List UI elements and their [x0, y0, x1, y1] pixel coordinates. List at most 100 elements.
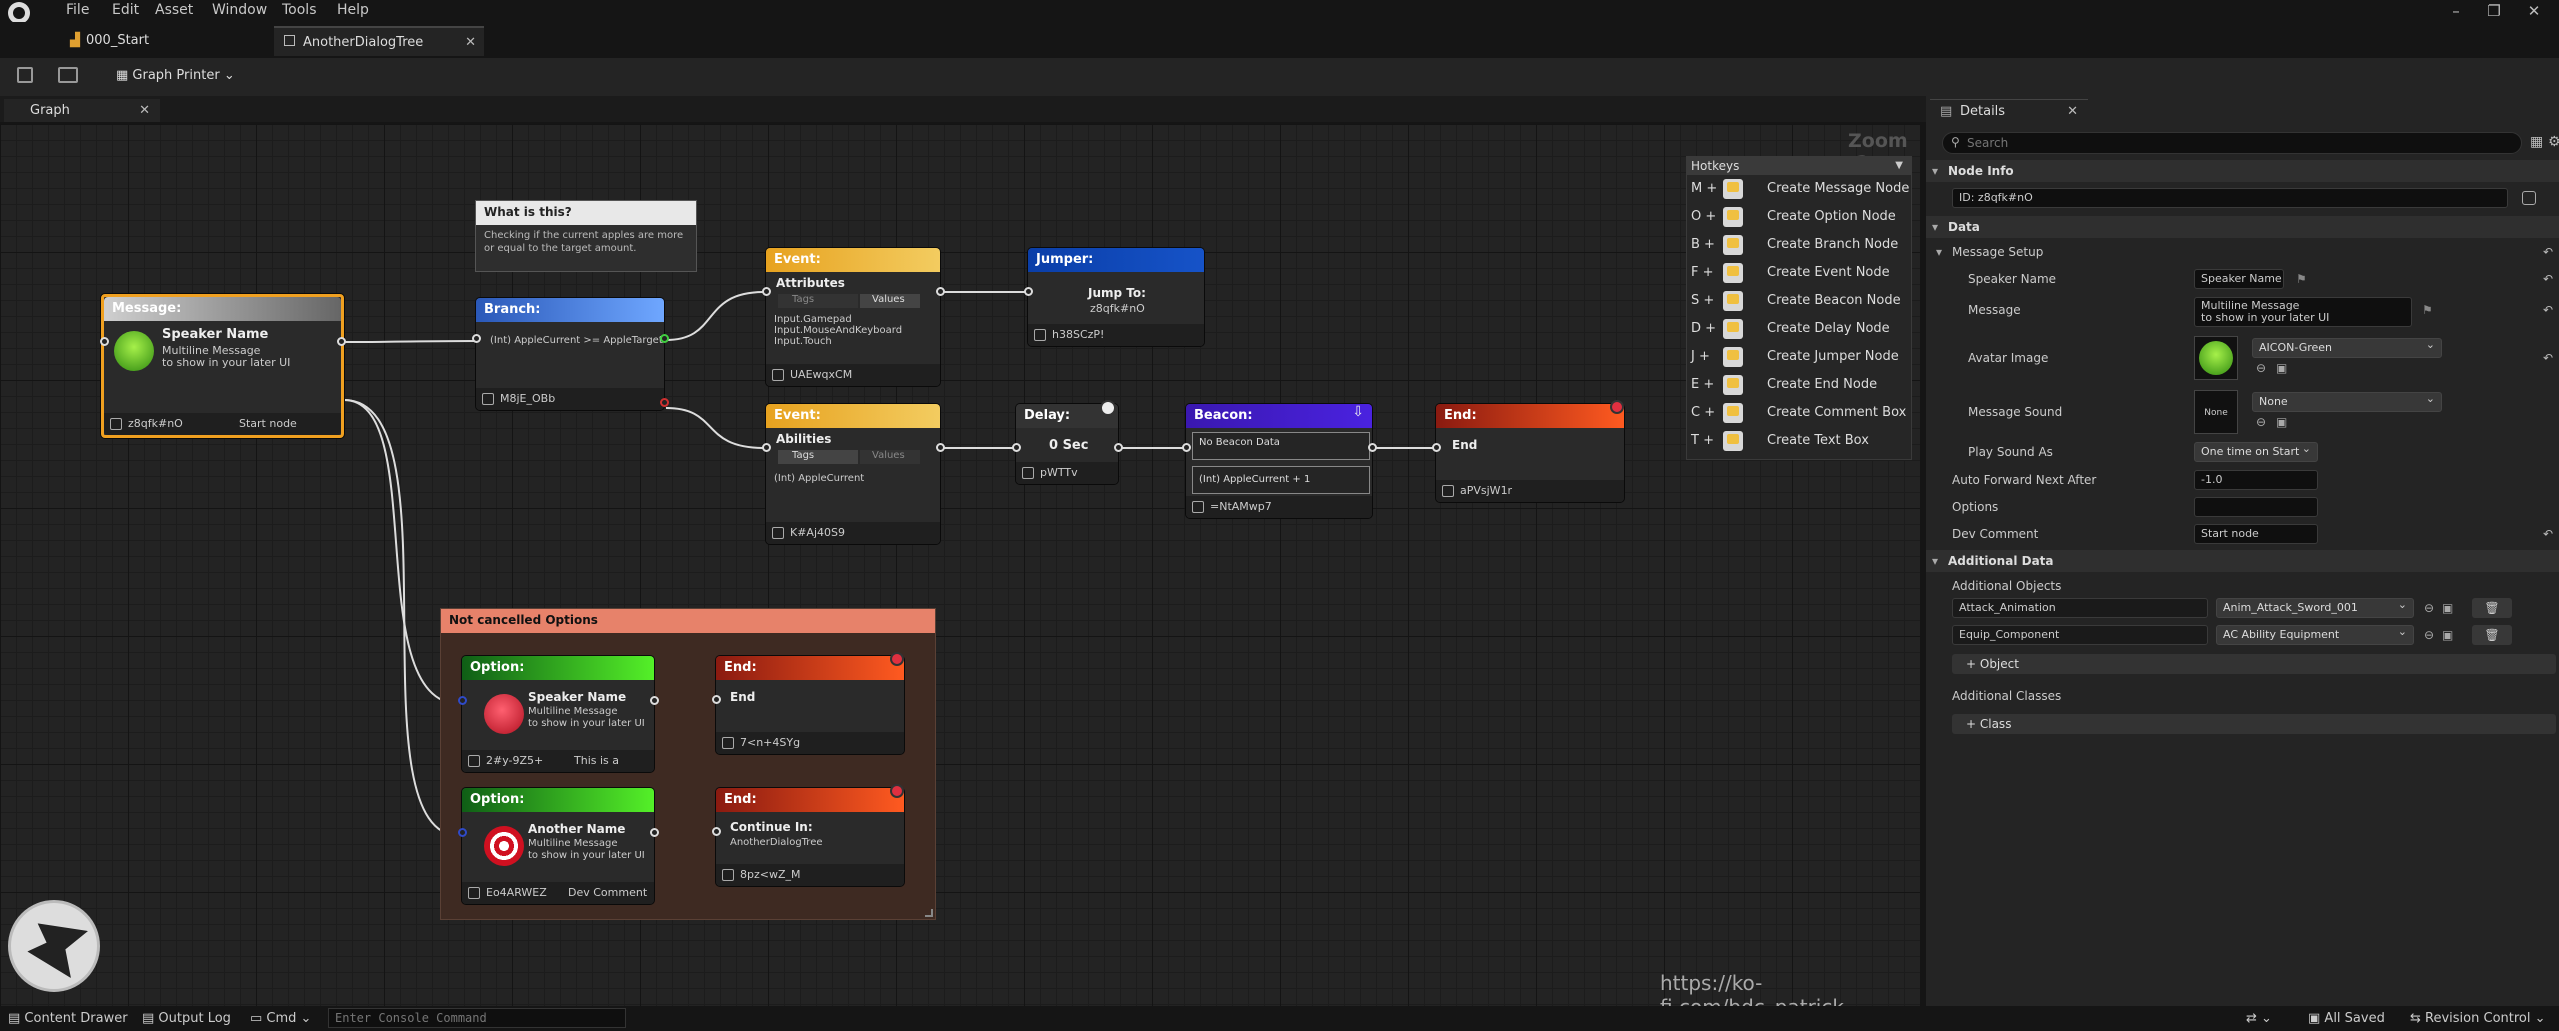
event-abilities-node[interactable]: Event: Abilities Tags Values (Int) Apple…	[762, 404, 945, 544]
flag-icon[interactable]: ⚑	[2422, 298, 2433, 322]
close-details-icon[interactable]: ✕	[2067, 100, 2078, 123]
collapse-icon[interactable]: ▼	[1895, 157, 1903, 175]
output-pin[interactable]	[337, 337, 346, 346]
flag-icon[interactable]: ⚑	[2296, 267, 2307, 291]
option-node[interactable]: Option: Speaker Name Multiline Message t…	[458, 656, 659, 772]
browse-icon[interactable]	[58, 67, 78, 83]
menu-help[interactable]: Help	[337, 0, 369, 20]
restore-icon[interactable]: ❐	[2474, 0, 2514, 22]
expand-icon[interactable]: ▾	[1936, 240, 1942, 264]
details-tab[interactable]: ▤ Details ✕	[1930, 99, 2088, 122]
options-field[interactable]	[2194, 497, 2318, 517]
all-saved-indicator[interactable]: ▣ All Saved	[2308, 1006, 2385, 1031]
reset-arrow-icon[interactable]: ↶	[2543, 240, 2553, 264]
output-log-button[interactable]: ▤ Output Log	[142, 1006, 231, 1031]
copy-icon[interactable]	[2522, 191, 2536, 205]
content-drawer-button[interactable]: ▤ Content Drawer	[8, 1006, 128, 1031]
object-name-field[interactable]: Attack_Animation	[1952, 598, 2208, 618]
object-class-dropdown[interactable]: AC Ability Equipment	[2216, 623, 2414, 645]
settings-gear-icon[interactable]: ⚙	[2548, 134, 2559, 150]
hotkeys-header[interactable]: Hotkeys ▼	[1687, 157, 1911, 175]
resize-handle-icon[interactable]	[925, 909, 933, 917]
branch-node[interactable]: Branch: (Int) AppleCurrent >= AppleTarge…	[472, 298, 669, 410]
true-pin[interactable]	[660, 334, 669, 343]
graph-printer-button[interactable]: ▦ Graph Printer ⌄	[116, 66, 235, 86]
play-sound-as-dropdown[interactable]: One time on Start	[2194, 440, 2318, 462]
input-pin[interactable]	[1182, 443, 1191, 452]
speaker-name-field[interactable]: Speaker Name	[2194, 269, 2284, 289]
message-setup-row[interactable]: ▾ Message Setup ↶	[1926, 240, 2559, 264]
browse-asset-icon[interactable]: ▣	[2276, 356, 2287, 380]
save-icon[interactable]	[17, 67, 33, 83]
source-control-icon[interactable]: ⇄ ⌄	[2246, 1006, 2272, 1031]
revision-control-button[interactable]: ⇆ Revision Control ⌄	[2410, 1006, 2546, 1031]
use-selected-icon[interactable]: ⊖	[2424, 596, 2434, 620]
reset-arrow-icon[interactable]: ↶	[2543, 298, 2553, 322]
delay-node[interactable]: Delay: 0 Sec pWTTv	[1012, 400, 1123, 484]
browse-asset-icon[interactable]: ▣	[2442, 596, 2453, 620]
input-pin[interactable]	[1432, 443, 1441, 452]
input-pin[interactable]	[712, 695, 721, 704]
reset-arrow-icon[interactable]: ↶	[2543, 267, 2553, 291]
tab-anotherdialogtree[interactable]: AnotherDialogTree ✕	[274, 26, 484, 56]
menu-tools[interactable]: Tools	[282, 0, 317, 20]
add-object-button[interactable]: + Object	[1952, 654, 2556, 674]
dev-comment-field[interactable]: Start node	[2194, 524, 2318, 544]
menu-edit[interactable]: Edit	[112, 0, 139, 20]
input-pin[interactable]	[712, 827, 721, 836]
auto-forward-field[interactable]: -1.0	[2194, 470, 2318, 490]
details-search[interactable]: ⚲	[1942, 132, 2522, 154]
unreal-logo-icon[interactable]	[8, 2, 30, 24]
object-name-field[interactable]: Equip_Component	[1952, 625, 2208, 645]
sound-dropdown[interactable]: None	[2252, 390, 2442, 412]
tab-graph[interactable]: Graph ✕	[4, 99, 160, 122]
use-selected-icon[interactable]: ⊖	[2424, 623, 2434, 647]
end-node[interactable]: End: End 7<n+4SYg	[712, 652, 904, 754]
input-pin[interactable]	[1012, 443, 1021, 452]
tab-start[interactable]: ▟ 000_Start	[70, 26, 270, 56]
close-tab-icon[interactable]: ✕	[465, 28, 476, 58]
data-section[interactable]: Data	[1926, 216, 2559, 238]
input-pin[interactable]	[458, 696, 467, 705]
message-node[interactable]: Message: Speaker Name Multiline Message …	[100, 294, 346, 438]
output-pin[interactable]	[936, 287, 945, 296]
option-node[interactable]: Option: Another Name Multiline Message t…	[458, 788, 659, 904]
output-pin[interactable]	[936, 443, 945, 452]
browse-asset-icon[interactable]: ▣	[2442, 623, 2453, 647]
reset-arrow-icon[interactable]: ↶	[2543, 346, 2553, 370]
add-class-button[interactable]: + Class	[1952, 714, 2556, 734]
use-selected-icon[interactable]: ⊖	[2256, 410, 2266, 434]
jumper-node[interactable]: Jumper: Jump To: z8qfk#nO h38SCzP!	[1024, 248, 1204, 346]
end-node[interactable]: End: Continue In: AnotherDialogTree 8pz<…	[712, 784, 904, 886]
input-pin[interactable]	[762, 443, 771, 452]
additional-data-section[interactable]: Additional Data	[1926, 550, 2559, 572]
output-pin[interactable]	[650, 828, 659, 837]
view-options-icon[interactable]: ▦	[2530, 134, 2543, 150]
input-pin[interactable]	[472, 334, 481, 343]
menu-asset[interactable]: Asset	[155, 0, 193, 20]
avatar-dropdown[interactable]: AICON-Green	[2252, 336, 2442, 358]
output-pin[interactable]	[1368, 443, 1377, 452]
input-pin[interactable]	[100, 337, 109, 346]
node-id-field[interactable]: ID: z8qfk#nO	[1952, 188, 2508, 208]
console-input[interactable]	[328, 1008, 626, 1028]
false-pin[interactable]	[660, 398, 669, 407]
delete-icon[interactable]: 🗑	[2472, 625, 2512, 645]
browse-asset-icon[interactable]: ▣	[2276, 410, 2287, 434]
close-graph-tab-icon[interactable]: ✕	[139, 99, 150, 122]
menu-window[interactable]: Window	[212, 0, 267, 20]
input-pin[interactable]	[1024, 287, 1033, 296]
delete-icon[interactable]: 🗑	[2472, 598, 2512, 618]
use-selected-icon[interactable]: ⊖	[2256, 356, 2266, 380]
comment-text-box[interactable]: What is this? Checking if the current ap…	[475, 200, 697, 272]
end-node[interactable]: End: End aPVsjW1r	[1432, 400, 1624, 502]
reset-arrow-icon[interactable]: ↶	[2543, 522, 2553, 546]
node-info-section[interactable]: Node Info	[1926, 160, 2559, 182]
output-pin[interactable]	[1114, 443, 1123, 452]
input-pin[interactable]	[458, 828, 467, 837]
cmd-button[interactable]: ▭ Cmd ⌄	[250, 1006, 311, 1031]
message-field[interactable]: Multiline Message to show in your later …	[2194, 297, 2412, 327]
menu-file[interactable]: File	[66, 0, 89, 20]
beacon-node[interactable]: Beacon: ⇩ No Beacon Data (Int) AppleCurr…	[1182, 404, 1377, 518]
graph-canvas[interactable]: Zoom -2 https://ko-fi.com/bdc_patrick	[0, 124, 1920, 1019]
